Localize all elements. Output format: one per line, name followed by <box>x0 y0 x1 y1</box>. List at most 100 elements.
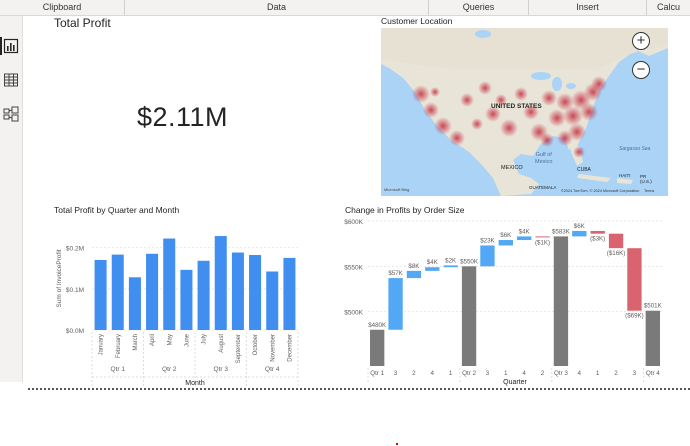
bar-month[interactable] <box>111 254 124 330</box>
northern-lake <box>475 30 491 38</box>
waterfall-x-tick-label: 1 <box>596 370 600 377</box>
waterfall-x-tick-label: 3 <box>394 370 398 377</box>
map-title: Customer Location <box>381 16 453 26</box>
bar-quarter-label: Qtr 1 <box>111 366 126 373</box>
great-lake-erie <box>566 83 576 89</box>
waterfall-bar[interactable] <box>480 245 495 267</box>
ribbon-group-calculations[interactable]: Calcu <box>647 0 690 15</box>
waterfall-bar[interactable] <box>535 236 550 238</box>
bar-quarter-label: Qtr 3 <box>214 366 229 373</box>
bar-month[interactable] <box>249 255 262 330</box>
bar-x-tick-label: December <box>287 334 293 362</box>
waterfall-bar[interactable] <box>443 265 458 268</box>
bar-y-tick-label: $0.1M <box>66 287 84 294</box>
table-view-icon[interactable] <box>3 72 19 88</box>
waterfall-data-label: ($16K) <box>607 250 626 257</box>
map-label-united-states: UNITED STATES <box>491 103 542 110</box>
waterfall-y-tick-label: $550K <box>344 264 363 271</box>
ribbon-group-clipboard[interactable]: Clipboard <box>0 0 125 15</box>
waterfall-bar[interactable] <box>388 278 403 330</box>
canada-region <box>381 28 668 70</box>
bar-quarter-label: Qtr 4 <box>265 366 280 373</box>
map-bing-logo: Microsoft Bing <box>384 187 410 192</box>
waterfall-bar[interactable] <box>590 230 605 234</box>
bar-month[interactable] <box>163 238 176 330</box>
waterfall-data-label: $4K <box>427 259 439 266</box>
waterfall-x-tick-label: Qtr 3 <box>554 370 568 377</box>
bar-month[interactable] <box>214 236 227 330</box>
waterfall-x-tick-label: 4 <box>431 370 435 377</box>
waterfall-x-tick-label: 2 <box>541 370 545 377</box>
bar-x-tick-label: September <box>236 334 242 363</box>
waterfall-x-tick-label: 2 <box>412 370 416 377</box>
waterfall-x-tick-label: Qtr 2 <box>462 370 476 377</box>
waterfall-bar[interactable] <box>572 230 587 237</box>
waterfall-bar[interactable] <box>608 233 624 249</box>
bar-quarter-label: Qtr 2 <box>162 366 177 373</box>
bar-month[interactable] <box>94 259 107 330</box>
waterfall-x-tick-label: 4 <box>522 370 526 377</box>
waterfall-bar[interactable] <box>425 267 440 271</box>
bar-x-tick-label: January <box>99 334 105 355</box>
waterfall-bar[interactable] <box>370 329 385 366</box>
waterfall-x-tick-label: 2 <box>614 370 618 377</box>
bar-month[interactable] <box>231 252 244 330</box>
waterfall-data-label: $23K <box>480 237 495 244</box>
waterfall-x-tick-label: 4 <box>578 370 582 377</box>
waterfall-data-label: ($3K) <box>590 236 605 243</box>
customer-location-map[interactable]: UNITED STATES Gulf of Mexico MEXICO CUBA… <box>381 28 668 196</box>
map-label-gulf: Gulf of Mexico <box>535 152 553 165</box>
waterfall-data-label: ($1K) <box>535 239 550 246</box>
map-zoom-out-button[interactable]: − <box>632 61 650 79</box>
bar-x-tick-label: August <box>219 334 225 353</box>
bar-x-tick-label: July <box>202 334 208 345</box>
bar-month[interactable] <box>197 260 210 330</box>
bar-x-tick-label: May <box>167 334 173 345</box>
bar-x-tick-label: June <box>184 333 190 347</box>
waterfall-bar[interactable] <box>406 270 422 279</box>
waterfall-data-label: $583K <box>552 228 571 235</box>
bar-x-tick-label: October <box>253 334 259 355</box>
bar-x-tick-label: February <box>116 334 122 358</box>
waterfall-bar[interactable] <box>627 248 642 311</box>
report-view-icon[interactable] <box>3 38 19 54</box>
bar-x-tick-label: November <box>270 334 276 362</box>
bar-month[interactable] <box>180 269 193 330</box>
ribbon-group-queries[interactable]: Queries <box>429 0 529 15</box>
map-label-cuba: CUBA <box>577 167 591 173</box>
ribbon-bar: Clipboard Data Queries Insert Calcu <box>0 0 690 16</box>
bar-y-axis-title: Sum of InvoiceProfit <box>56 249 63 307</box>
bar-month[interactable] <box>283 257 296 330</box>
waterfall-data-label: ($69K) <box>625 313 644 320</box>
waterfall-bar[interactable] <box>461 266 477 366</box>
waterfall-data-label: $550K <box>460 258 479 265</box>
map-zoom-in-button[interactable]: + <box>632 32 650 50</box>
waterfall-data-label: $8K <box>408 263 420 270</box>
bar-chart-title: Total Profit by Quarter and Month <box>54 205 180 215</box>
view-switcher-sidebar <box>0 16 23 382</box>
model-view-icon[interactable] <box>3 106 19 122</box>
map-label-puerto-rico: PR (U.S.) <box>640 174 652 184</box>
bar-x-axis-title: Month <box>185 380 205 387</box>
bar-month[interactable] <box>128 277 141 330</box>
waterfall-bar[interactable] <box>645 310 660 366</box>
profit-change-waterfall-chart: $500K $550K $600K $480K Qtr 1 $57K 3 $8K 2 $4K 4 $2… <box>344 219 662 386</box>
waterfall-data-label: $6K <box>500 232 512 239</box>
waterfall-bar[interactable] <box>498 240 513 246</box>
waterfall-x-tick-label: 3 <box>486 370 490 377</box>
bar-month[interactable] <box>266 271 279 330</box>
ribbon-group-insert[interactable]: Insert <box>529 0 647 15</box>
bar-y-tick-label: $0.0M <box>66 328 84 335</box>
bar-month[interactable] <box>146 253 159 330</box>
ribbon-group-data[interactable]: Data <box>125 0 429 15</box>
waterfall-bar[interactable] <box>517 236 532 241</box>
map-terms-link[interactable]: Terms <box>644 189 654 193</box>
waterfall-bar[interactable] <box>553 236 569 366</box>
waterfall-x-tick-label: 3 <box>633 370 637 377</box>
waterfall-data-label: $501K <box>644 303 662 310</box>
cuba-island <box>577 174 611 182</box>
map-attribution: ©2024 TomTom, © 2024 Microsoft Corporati… <box>561 189 640 193</box>
active-view-indicator <box>0 37 2 55</box>
map-label-mexico: MEXICO <box>501 165 523 171</box>
map-label-sargasso-sea: Sargasso Sea <box>619 146 651 152</box>
